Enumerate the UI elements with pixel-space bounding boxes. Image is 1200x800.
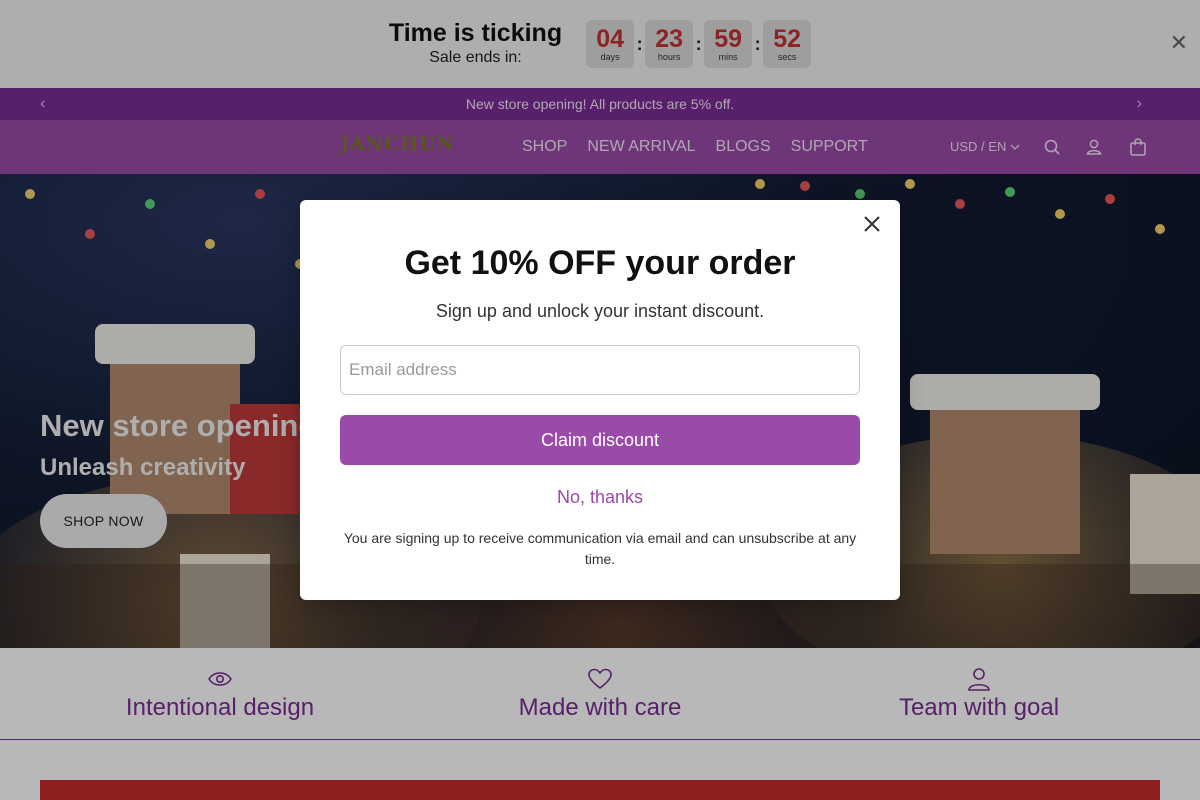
close-icon[interactable] <box>862 214 882 234</box>
modal-title: Get 10% OFF your order <box>404 244 796 282</box>
legal-text: You are signing up to receive communicat… <box>343 530 857 567</box>
email-field[interactable] <box>340 345 860 395</box>
no-thanks-link[interactable]: No, thanks <box>300 487 900 508</box>
claim-discount-button[interactable]: Claim discount <box>340 415 860 465</box>
discount-modal: Get 10% OFF your order Sign up and unloc… <box>300 200 900 600</box>
modal-subtitle: Sign up and unlock your instant discount… <box>435 301 765 321</box>
